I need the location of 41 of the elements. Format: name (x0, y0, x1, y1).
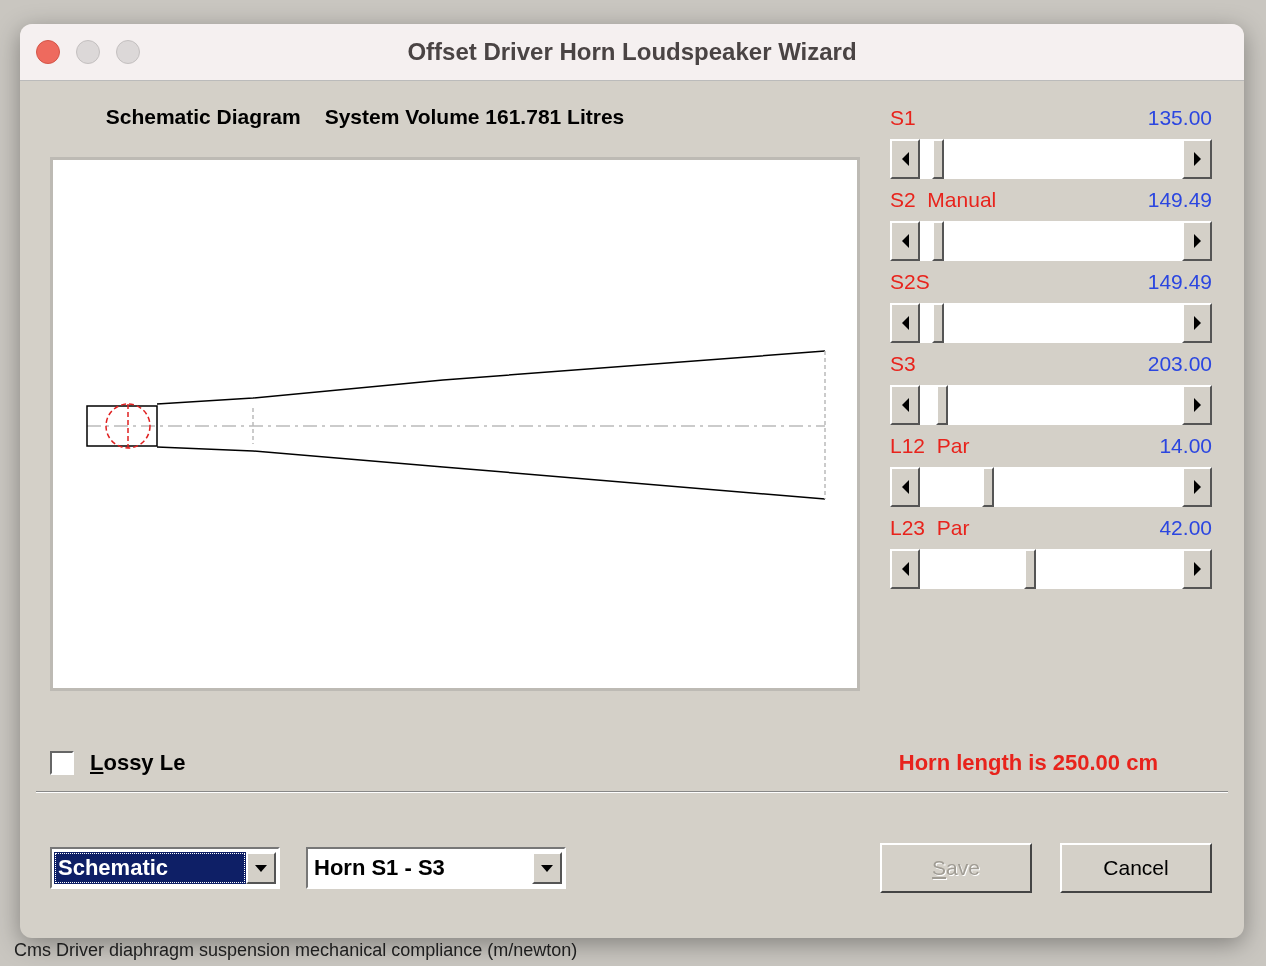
scroll-left-button[interactable] (890, 385, 920, 425)
cancel-button[interactable]: Cancel (1060, 843, 1212, 893)
slider-value: 14.00 (1159, 433, 1212, 459)
slider-thumb[interactable] (936, 385, 949, 425)
scroll-left-button[interactable] (890, 139, 920, 179)
scroll-left-button[interactable] (890, 467, 920, 507)
slider-thumb[interactable] (982, 467, 994, 507)
slider-label: S3 (890, 351, 916, 377)
slider-label: L23 Par (890, 515, 970, 541)
checkbox-label[interactable]: Lossy Le (90, 750, 186, 776)
section-dropdown[interactable]: Horn S1 - S3 (306, 847, 566, 889)
slider-value: 203.00 (1147, 351, 1212, 377)
scroll-left-button[interactable] (890, 549, 920, 589)
scroll-right-button[interactable] (1182, 549, 1212, 589)
scroll-right-button[interactable] (1182, 139, 1212, 179)
slider-value: 42.00 (1159, 515, 1212, 541)
checkbox[interactable] (50, 751, 74, 775)
slider-value: 149.49 (1147, 187, 1212, 213)
slider-thumb[interactable] (932, 221, 945, 261)
slider-label: S1 (890, 105, 916, 131)
slider-value: 135.00 (1147, 105, 1212, 131)
slider-label: S2 Manual (890, 187, 997, 213)
slider-label: L12 Par (890, 433, 970, 459)
slider-thumb[interactable] (932, 303, 945, 343)
diagram-heading: Schematic Diagram (105, 105, 301, 130)
slider-value: 149.49 (1147, 269, 1212, 295)
scroll-right-button[interactable] (1182, 467, 1212, 507)
system-volume: System Volume 161.781 Litres (324, 105, 625, 130)
view-dropdown[interactable]: Schematic (50, 847, 280, 889)
scroll-left-button[interactable] (890, 221, 920, 261)
slider-label: S2S (890, 269, 930, 295)
window-title: Offset Driver Horn Loudspeaker Wizard (407, 38, 857, 66)
slider-thumb[interactable] (932, 139, 945, 179)
horn-length-text: Horn length is 250.00 cm (898, 750, 1158, 776)
scroll-right-button[interactable] (1182, 303, 1212, 343)
status-bar-text: Cms Driver diaphragm suspension mechanical compliance (m/newton) (14, 940, 578, 961)
scroll-right-button[interactable] (1182, 385, 1212, 425)
slider-thumb[interactable] (1024, 549, 1037, 589)
scroll-left-button[interactable] (890, 303, 920, 343)
scroll-right-button[interactable] (1182, 221, 1212, 261)
close-button[interactable] (36, 40, 60, 64)
